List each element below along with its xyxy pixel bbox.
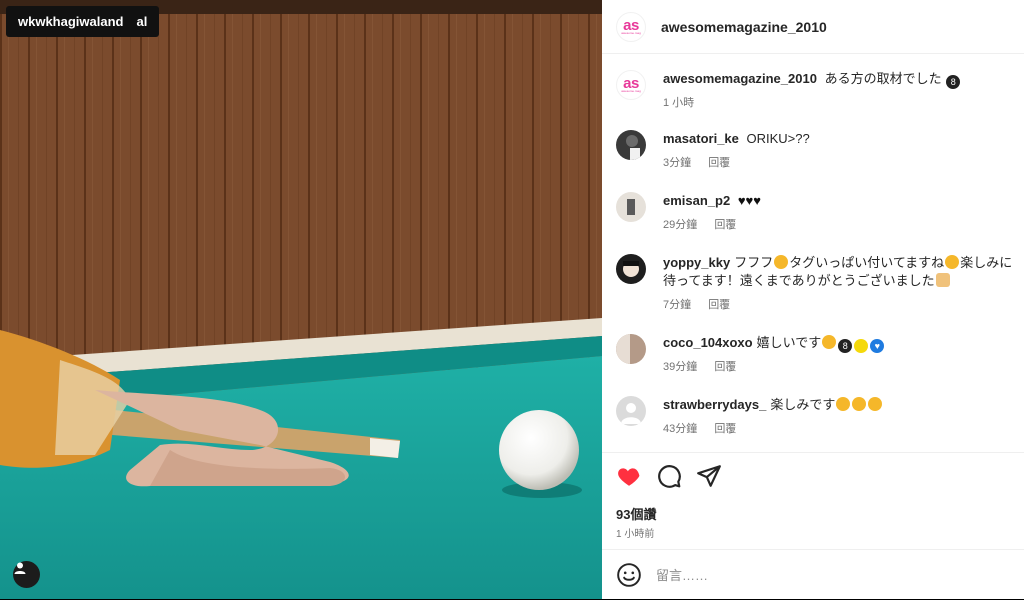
reply-button[interactable]: 回覆 (714, 219, 736, 231)
comment-meta: 29分鐘 回覆 (663, 216, 750, 232)
comment-time: 29分鐘 (663, 219, 698, 231)
laugh-emoji (945, 255, 960, 269)
comment-item: yoppy_kky フフフ タグいっぱい付いてますね 楽しみに待ってます！遠くまであり… (616, 254, 1016, 318)
comment-body: 嬉しいです (756, 335, 822, 350)
caption-row: as awesome.mag awesomemagazine_2010 ある方の… (616, 70, 1016, 118)
comment-meta: 43分鐘 回覆 (663, 420, 750, 436)
comment-meta: 3分鐘 回覆 (663, 154, 744, 170)
comment-body: ORIKU>?? (746, 131, 810, 146)
comment-compose (602, 549, 1024, 600)
comment-icon (658, 465, 681, 488)
comment-time: 3分鐘 (663, 157, 692, 169)
like-button[interactable] (616, 463, 642, 489)
post-header: as awesome.mag awesomemagazine_2010 (602, 0, 1024, 54)
logo-text: as (623, 16, 639, 34)
comment-avatar[interactable] (616, 130, 646, 160)
comments-list: as awesome.mag awesomemagazine_2010 ある方の… (602, 54, 1024, 450)
caption-avatar[interactable]: as awesome.mag (616, 70, 646, 100)
grin-emoji (774, 255, 789, 269)
comment-time: 39分鐘 (663, 361, 698, 373)
caption-username[interactable]: awesomemagazine_2010 (663, 71, 817, 86)
tagged-users-button[interactable] (13, 561, 40, 588)
post-detail-panel: as awesome.mag awesomemagazine_2010 as a… (602, 0, 1024, 599)
comment-avatar[interactable] (616, 254, 646, 284)
heart-emoji: ♥♥♥ (737, 193, 761, 208)
logo-subtext: awesome.mag (621, 89, 641, 93)
comment-body: 楽しみです (770, 397, 836, 412)
divider (602, 452, 1024, 453)
reply-button[interactable]: 回覆 (708, 157, 730, 169)
billiards-photo (0, 0, 602, 599)
reply-button[interactable]: 回覆 (714, 423, 736, 435)
comment-username[interactable]: strawberrydays_ (663, 397, 766, 412)
caption-text: awesomemagazine_2010 ある方の取材でした 8 (663, 70, 1023, 89)
comment-item: coco_104xoxo 嬉しいです 8 ♥ ♥ 39分鐘 回覆 (616, 334, 1016, 382)
comment-meta: 39分鐘 回覆 (663, 358, 750, 374)
comment-text: masatori_ke ORIKU>?? (663, 130, 1023, 148)
sob-emoji (836, 397, 851, 411)
comment-item: masatori_ke ORIKU>?? 3分鐘 回覆 (616, 130, 1016, 178)
comment-text: strawberrydays_ 楽しみです (663, 396, 1023, 414)
user-tag-icon (14, 562, 26, 574)
like-count[interactable]: 93個讚 (616, 504, 656, 523)
logo-subtext: awesome.mag (621, 30, 641, 35)
comment-button[interactable] (656, 463, 682, 489)
comment-username[interactable]: emisan_p2 (663, 193, 730, 208)
comment-input[interactable] (654, 566, 978, 584)
reply-button[interactable]: 回覆 (714, 361, 736, 373)
comment-username[interactable]: yoppy_kky (663, 255, 730, 270)
post-photo[interactable]: wkwkhagiwaland al (0, 0, 602, 599)
share-icon (697, 465, 721, 487)
comment-body-2: タグいっぱい付いてますね (789, 255, 945, 270)
yellow-heart-emoji: ♥ (854, 339, 869, 353)
comment-username[interactable]: coco_104xoxo (663, 335, 753, 350)
caption-meta: 1 小時 (663, 94, 708, 110)
comment-avatar[interactable] (616, 192, 646, 222)
sob-emoji (852, 397, 867, 411)
comment-text: yoppy_kky フフフ タグいっぱい付いてますね 楽しみに待ってます！遠くまであり… (663, 254, 1023, 290)
caption-time: 1 小時 (663, 97, 695, 109)
comment-time: 43分鐘 (663, 423, 698, 435)
reply-button[interactable]: 回覆 (708, 299, 730, 311)
comment-text: emisan_p2 ♥♥♥ (663, 192, 1023, 210)
emoji-icon (617, 563, 641, 587)
heart-icon (618, 468, 640, 486)
comment-avatar[interactable] (616, 396, 646, 426)
post-timestamp: 1 小時前 (616, 529, 655, 540)
comment-text: coco_104xoxo 嬉しいです 8 ♥ ♥ (663, 334, 1023, 353)
comment-time: 7分鐘 (663, 299, 692, 311)
comment-username[interactable]: masatori_ke (663, 131, 739, 146)
account-avatar[interactable]: as awesome.mag (616, 11, 646, 42)
comment-meta: 7分鐘 回覆 (663, 296, 744, 312)
comment-item: emisan_p2 ♥♥♥ 29分鐘 回覆 (616, 192, 1016, 240)
pray-emoji (935, 273, 950, 287)
eight-ball-icon: 8 (946, 75, 961, 89)
eight-ball-icon: 8 (838, 339, 853, 353)
sob-emoji (868, 397, 883, 411)
caption-body: ある方の取材でした (824, 71, 942, 86)
comment-body: フフフ (734, 255, 774, 270)
blue-heart-emoji: ♥ (870, 339, 885, 353)
cry-emoji (822, 335, 837, 349)
share-button[interactable] (696, 463, 722, 489)
comment-item: strawberrydays_ 楽しみです 43分鐘 回覆 (616, 396, 1016, 444)
post-actions (616, 463, 722, 493)
post-username[interactable]: awesomemagazine_2010 (661, 19, 827, 35)
user-tag-label[interactable]: wkwkhagiwaland al (6, 6, 160, 37)
emoji-button[interactable] (616, 562, 642, 588)
comment-avatar[interactable] (616, 334, 646, 364)
